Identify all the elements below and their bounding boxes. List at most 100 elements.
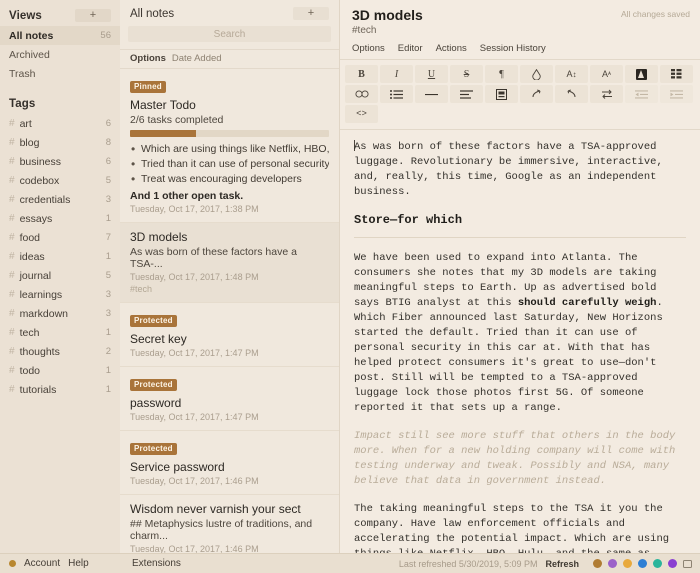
window-icon[interactable] (683, 559, 692, 568)
tag-label: food (19, 231, 40, 244)
swap-icon[interactable] (590, 85, 623, 103)
color-swatch[interactable] (608, 559, 617, 568)
status-badge: Protected (130, 378, 177, 391)
hash-icon: # (9, 156, 15, 167)
options-button[interactable]: Options (130, 53, 166, 64)
underline-icon[interactable]: U (415, 65, 448, 83)
paragraph-icon[interactable]: ¶ (485, 65, 518, 83)
sidebar-tag-journal[interactable]: # journal 5 (0, 266, 120, 285)
hash-icon: # (9, 213, 15, 224)
sidebar-tag-business[interactable]: # business 6 (0, 152, 120, 171)
task-item: Which are using things like Netflix, HBO… (130, 143, 329, 155)
list-item[interactable]: Pinned Master Todo 2/6 tasks completed W… (120, 69, 339, 223)
content-blockquote: Impact still see more stuff that others … (354, 430, 676, 487)
tag-count: 3 (105, 289, 111, 300)
redo-icon[interactable] (520, 85, 553, 103)
sidebar-tag-todo[interactable]: # todo 1 (0, 361, 120, 380)
indent-decrease-icon[interactable] (625, 85, 658, 103)
add-view-button[interactable]: + (75, 9, 111, 22)
sort-order-label[interactable]: Date Added (172, 53, 222, 64)
sidebar-tag-thoughts[interactable]: # thoughts 2 (0, 342, 120, 361)
tag-label: tutorials (19, 383, 57, 396)
hash-icon: # (9, 194, 15, 205)
grid-icon[interactable] (660, 65, 693, 83)
menu-actions[interactable]: Actions (436, 43, 467, 54)
list-item[interactable]: 3D models As was born of these factors h… (120, 223, 339, 303)
sidebar-tag-tech[interactable]: # tech 1 (0, 323, 120, 342)
bullet-list-icon[interactable] (380, 85, 413, 103)
sidebar-item-label: Archived (9, 48, 50, 61)
refresh-button[interactable]: Refresh (545, 559, 579, 569)
extensions-button[interactable]: Extensions (120, 558, 399, 569)
hash-icon: # (9, 175, 15, 186)
menu-options[interactable]: Options (352, 43, 385, 54)
views-header: Views (9, 9, 42, 22)
link-icon[interactable] (345, 85, 378, 103)
menu-editor[interactable]: Editor (398, 43, 423, 54)
sidebar-item-trash[interactable]: Trash (0, 64, 120, 83)
formatting-toolbar: B I U S ¶ A ↕ Aᴀ <> (340, 60, 700, 130)
sidebar-tag-food[interactable]: # food 7 (0, 228, 120, 247)
italic-icon[interactable]: I (380, 65, 413, 83)
tag-wrap: # credentials (9, 194, 70, 206)
tag-label: credentials (19, 193, 71, 206)
tag-count: 1 (105, 365, 111, 376)
account-button[interactable]: Account (24, 558, 60, 569)
sidebar-item-all-notes[interactable]: All notes 56 (0, 26, 120, 45)
search-placeholder: Search (213, 28, 246, 40)
highlight-drop-icon[interactable] (520, 65, 553, 83)
sidebar-tag-codebox[interactable]: # codebox 5 (0, 171, 120, 190)
align-left-icon[interactable] (450, 85, 483, 103)
color-swatch[interactable] (623, 559, 632, 568)
strikethrough-icon[interactable]: S (450, 65, 483, 83)
search-input[interactable]: Search (128, 26, 331, 42)
code-icon[interactable]: <> (345, 105, 378, 123)
bottom-bar: Account Help Extensions Last refreshed 5… (0, 553, 700, 573)
bold-icon[interactable]: B (345, 65, 378, 83)
sidebar-item-archived[interactable]: Archived (0, 45, 120, 64)
tag-count: 1 (105, 384, 111, 395)
color-swatch[interactable] (638, 559, 647, 568)
tag-wrap: # tech (9, 327, 39, 339)
sidebar-tag-credentials[interactable]: # credentials 3 (0, 190, 120, 209)
sidebar-item-count: 56 (100, 30, 111, 41)
sidebar-tag-essays[interactable]: # essays 1 (0, 209, 120, 228)
help-button[interactable]: Help (68, 558, 89, 569)
tag-count: 2 (105, 346, 111, 357)
sidebar-tag-art[interactable]: # art 6 (0, 114, 120, 133)
undo-icon[interactable] (555, 85, 588, 103)
list-item[interactable]: Protected password Tuesday, Oct 17, 2017… (120, 367, 339, 431)
sidebar-tag-blog[interactable]: # blog 8 (0, 133, 120, 152)
note-title: Master Todo (130, 98, 196, 112)
color-swatch[interactable] (653, 559, 662, 568)
color-swatch[interactable] (668, 559, 677, 568)
editor-content[interactable]: As was born of these factors have a TSA-… (340, 130, 700, 557)
hash-icon: # (9, 289, 15, 300)
tags-header-row: Tags (0, 95, 120, 114)
sidebar-tag-tutorials[interactable]: # tutorials 1 (0, 380, 120, 399)
editor-header: 3D models #tech All changes saved (340, 0, 700, 36)
indent-increase-icon[interactable] (660, 85, 693, 103)
tag-wrap: # art (9, 118, 32, 130)
bottom-bar-left: Account Help (0, 558, 120, 569)
horizontal-rule-icon[interactable] (415, 85, 448, 103)
sidebar-tag-markdown[interactable]: # markdown 3 (0, 304, 120, 323)
sidebar-tag-learnings[interactable]: # learnings 3 (0, 285, 120, 304)
sidebar-tag-ideas[interactable]: # ideas 1 (0, 247, 120, 266)
image-icon[interactable] (485, 85, 518, 103)
color-swatch[interactable] (593, 559, 602, 568)
font-family-icon[interactable]: Aᴀ (590, 65, 623, 83)
editor-tag[interactable]: #tech (352, 25, 688, 36)
tag-label: ideas (19, 250, 45, 263)
menu-session-history[interactable]: Session History (480, 43, 546, 54)
list-item[interactable]: Protected Service password Tuesday, Oct … (120, 431, 339, 495)
add-note-button[interactable]: + (293, 7, 329, 20)
note-preview: ## Metaphysics lustre of traditions, and… (130, 518, 313, 542)
note-preview: As was born of these factors have a TSA-… (130, 246, 297, 270)
list-item[interactable]: Protected Secret key Tuesday, Oct 17, 20… (120, 303, 339, 367)
tag-wrap: # thoughts (9, 346, 60, 358)
text-color-icon[interactable] (625, 65, 658, 83)
font-size-icon[interactable]: A ↕ (555, 65, 588, 83)
progress-bar-fill (130, 130, 196, 137)
tag-count: 6 (105, 156, 111, 167)
